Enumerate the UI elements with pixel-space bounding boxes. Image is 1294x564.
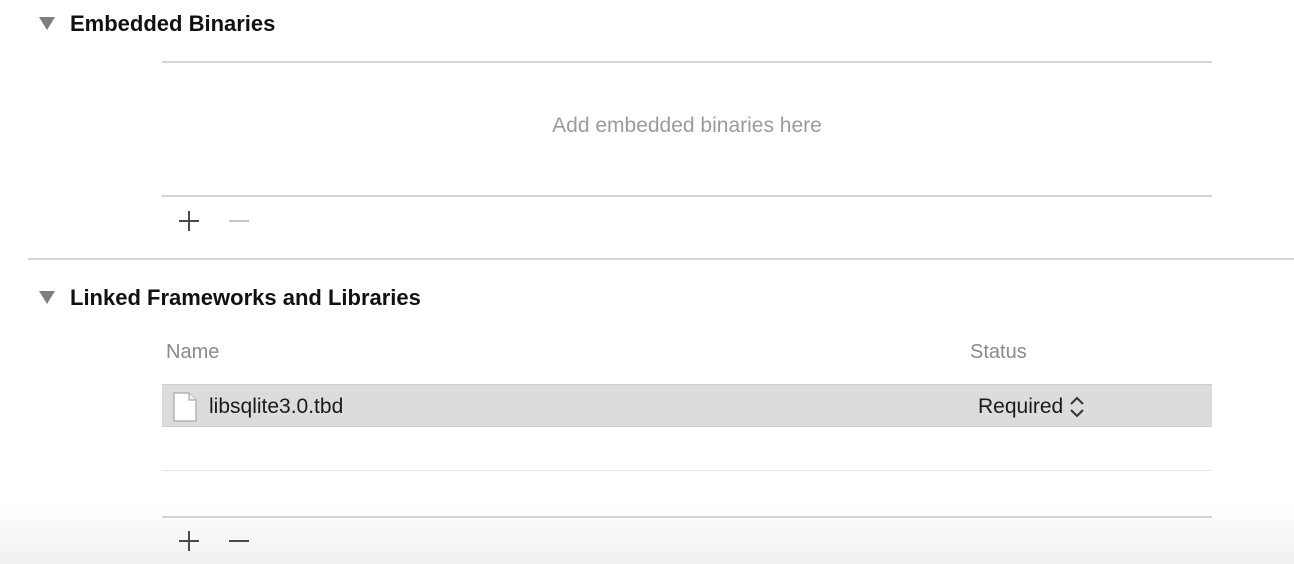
chevron-up-down-icon — [1070, 396, 1084, 418]
add-embedded-binary-button[interactable] — [174, 206, 204, 236]
section-divider — [28, 258, 1294, 260]
embedded-list-top-border — [162, 61, 1212, 63]
add-framework-button[interactable] — [174, 526, 204, 556]
embedded-binaries-header[interactable]: Embedded Binaries — [38, 9, 275, 39]
status-popup-button[interactable]: Required — [978, 393, 1085, 421]
empty-row-divider — [162, 470, 1212, 471]
plus-icon — [179, 531, 199, 551]
document-icon — [173, 392, 197, 422]
status-value: Required — [978, 395, 1064, 418]
table-row[interactable]: libsqlite3.0.tbd Required — [162, 384, 1212, 427]
section-title-linked-frameworks: Linked Frameworks and Libraries — [70, 285, 421, 310]
minus-icon — [229, 540, 249, 542]
minus-icon — [229, 220, 249, 222]
column-header-status[interactable]: Status — [970, 341, 1027, 364]
remove-embedded-binary-button[interactable] — [224, 206, 254, 236]
embedded-list-bottom-border — [162, 195, 1212, 197]
embedded-binaries-empty-message: Add embedded binaries here — [552, 114, 822, 137]
disclosure-triangle-icon[interactable] — [38, 15, 56, 33]
linked-frameworks-header[interactable]: Linked Frameworks and Libraries — [38, 283, 421, 313]
build-phases-page: Embedded Binaries Add embedded binaries … — [0, 0, 1294, 564]
section-title-embedded-binaries: Embedded Binaries — [70, 11, 276, 36]
linked-list-bottom-border — [162, 516, 1212, 518]
library-name: libsqlite3.0.tbd — [209, 395, 344, 418]
column-header-name[interactable]: Name — [166, 341, 219, 364]
remove-framework-button[interactable] — [224, 526, 254, 556]
plus-icon — [179, 211, 199, 231]
disclosure-triangle-icon[interactable] — [38, 289, 56, 307]
